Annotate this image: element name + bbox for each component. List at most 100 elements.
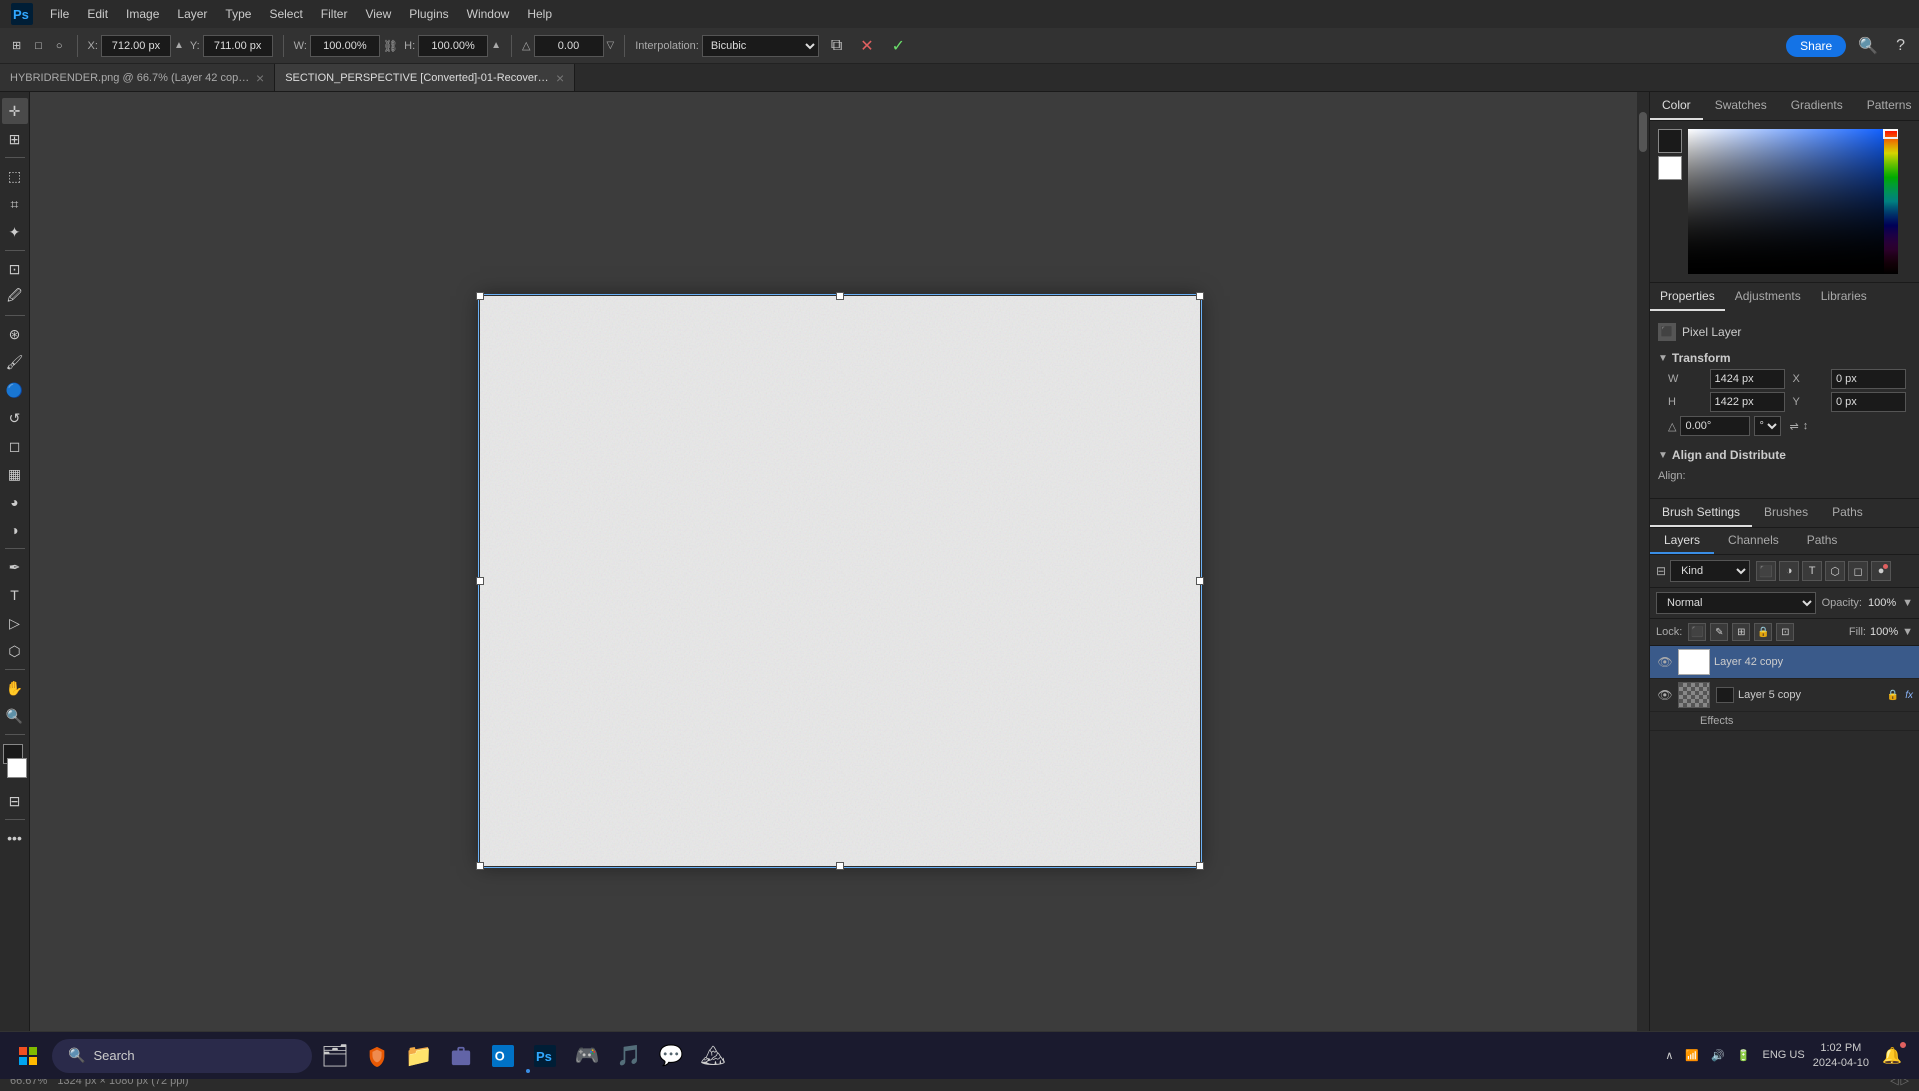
menu-select[interactable]: Select — [261, 3, 310, 25]
menu-filter[interactable]: Filter — [313, 3, 356, 25]
cancel-transform-btn[interactable]: ✕ — [854, 34, 879, 58]
move-tool[interactable]: ✛ — [2, 98, 28, 124]
x-position-input[interactable]: 712.00 px — [101, 35, 171, 57]
menu-window[interactable]: Window — [459, 3, 518, 25]
tab-close-icon[interactable]: × — [256, 70, 264, 86]
systray-volume[interactable]: 🔊 — [1707, 1047, 1729, 1064]
tab-section-perspective[interactable]: SECTION_PERSPECTIVE [Converted]-01-Recov… — [275, 64, 575, 92]
path-selection-tool[interactable]: ▷ — [2, 610, 28, 636]
stamp-tool[interactable]: 🔵 — [2, 377, 28, 403]
taskbar-app-brave[interactable] — [358, 1037, 396, 1075]
layer-visibility-icon-42[interactable]: 👁 — [1656, 653, 1674, 671]
system-clock[interactable]: 1:02 PM 2024-04-10 — [1813, 1041, 1869, 1070]
layer-kind-select[interactable]: Kind — [1670, 560, 1750, 582]
layer-visibility-icon-5[interactable]: 👁 — [1656, 686, 1674, 704]
height-input[interactable]: 100.00% — [418, 35, 488, 57]
tab-brushes[interactable]: Brushes — [1752, 499, 1820, 527]
scroll-thumb[interactable] — [1639, 112, 1647, 152]
eraser-tool[interactable]: ◻ — [2, 433, 28, 459]
warp-icon-btn[interactable]: ⧉ — [825, 35, 848, 57]
taskbar-app-photoshop[interactable]: Ps — [526, 1037, 564, 1075]
rotation-input[interactable] — [534, 35, 604, 57]
tab-libraries[interactable]: Libraries — [1811, 283, 1877, 311]
x-transform-input[interactable]: 0 px — [1831, 369, 1906, 389]
y-position-input[interactable]: 711.00 px — [203, 35, 273, 57]
shape-tool[interactable]: ⬡ — [2, 638, 28, 664]
subtab-layers[interactable]: Layers — [1650, 528, 1714, 554]
dodge-tool[interactable]: ◑ — [2, 517, 28, 543]
crop-tool[interactable]: ⊡ — [2, 256, 28, 282]
filter-pixel-icon[interactable]: ⬛ — [1756, 561, 1776, 581]
menu-view[interactable]: View — [357, 3, 399, 25]
taskbar-app-files[interactable]: 📁 — [400, 1037, 438, 1075]
lasso-tool[interactable]: ⌗ — [2, 191, 28, 217]
lock-pixels-icon[interactable]: ⬛ — [1688, 623, 1706, 641]
more-tools-btn[interactable]: ••• — [2, 825, 28, 851]
systray-chevron[interactable]: ∧ — [1661, 1047, 1677, 1064]
lock-all-icon[interactable]: 🔒 — [1754, 623, 1772, 641]
fill-dropdown-icon[interactable]: ▼ — [1902, 626, 1913, 638]
y-transform-input[interactable]: 0 px — [1831, 392, 1906, 412]
hand-tool[interactable]: ✋ — [2, 675, 28, 701]
handle-bl[interactable] — [476, 862, 484, 870]
lock-artboard-icon[interactable]: ⊞ — [1732, 623, 1750, 641]
tab-patterns[interactable]: Patterns — [1855, 92, 1919, 120]
foreground-color-swatch[interactable] — [1658, 129, 1682, 153]
ellipse-shape-btn[interactable]: ○ — [52, 38, 67, 54]
brush-tool[interactable]: 🖌 — [2, 349, 28, 375]
taskbar-nature-btn[interactable]: 🏔 — [694, 1037, 732, 1075]
handle-tl[interactable] — [476, 292, 484, 300]
subtab-paths[interactable]: Paths — [1793, 528, 1852, 554]
tab-adjustments[interactable]: Adjustments — [1725, 283, 1811, 311]
angle-unit-select[interactable]: ° — [1754, 416, 1781, 436]
language-indicator[interactable]: ENG US — [1759, 1047, 1809, 1064]
gradient-tool[interactable]: ▦ — [2, 461, 28, 487]
hue-bar[interactable] — [1884, 129, 1898, 274]
marquee-tool[interactable]: ⬚ — [2, 163, 28, 189]
tab-hybridrender[interactable]: HYBRIDRENDER.png @ 66.7% (Layer 42 copy,… — [0, 64, 275, 92]
lock-extra-icon[interactable]: ⊡ — [1776, 623, 1794, 641]
filter-shape-icon[interactable]: ⬡ — [1825, 561, 1845, 581]
handle-mr[interactable] — [1196, 577, 1204, 585]
help-btn[interactable]: ? — [1890, 35, 1911, 57]
artboard-tool[interactable]: ⊞ — [2, 126, 28, 152]
handle-tm[interactable] — [836, 292, 844, 300]
width-transform-input[interactable]: 1424 px — [1710, 369, 1785, 389]
filter-smart-icon[interactable]: ◻ — [1848, 561, 1868, 581]
share-button[interactable]: Share — [1786, 35, 1846, 57]
angle-input[interactable] — [1680, 416, 1750, 436]
width-input[interactable]: 100.00% — [310, 35, 380, 57]
opacity-dropdown-icon[interactable]: ▼ — [1902, 597, 1913, 609]
filter-adjust-icon[interactable]: ◑ — [1779, 561, 1799, 581]
interpolation-select[interactable]: Bicubic Bilinear Nearest Neighbor — [702, 35, 819, 57]
taskbar-app-ms-teams2[interactable]: 💬 — [652, 1037, 690, 1075]
taskbar-app-spotify[interactable]: 🎵 — [610, 1037, 648, 1075]
quick-mask-btn[interactable]: ⊟ — [2, 788, 28, 814]
type-tool[interactable]: T — [2, 582, 28, 608]
blur-tool[interactable]: ◕ — [2, 489, 28, 515]
history-brush-tool[interactable]: ↺ — [2, 405, 28, 431]
menu-plugins[interactable]: Plugins — [401, 3, 456, 25]
taskbar-search[interactable]: 🔍 Search — [52, 1039, 312, 1073]
taskbar-app-teams[interactable] — [442, 1037, 480, 1075]
eyedropper-tool[interactable]: 🖉 — [2, 284, 28, 310]
handle-br[interactable] — [1196, 862, 1204, 870]
filter-type-icon[interactable]: T — [1802, 561, 1822, 581]
height-transform-input[interactable]: 1422 px — [1710, 392, 1785, 412]
tab-color[interactable]: Color — [1650, 92, 1703, 120]
canvas-area[interactable]: ◁ ▷ — [30, 92, 1649, 1069]
menu-layer[interactable]: Layer — [169, 3, 215, 25]
search-btn[interactable]: 🔍 — [1852, 34, 1884, 58]
blend-mode-select[interactable]: Normal Multiply Screen Overlay — [1656, 592, 1816, 614]
tab-properties[interactable]: Properties — [1650, 283, 1725, 311]
start-button[interactable] — [8, 1036, 48, 1076]
menu-type[interactable]: Type — [217, 3, 259, 25]
pen-tool[interactable]: ✒ — [2, 554, 28, 580]
taskbar-app-explorer[interactable]: 🗂 — [316, 1037, 354, 1075]
menu-help[interactable]: Help — [519, 3, 560, 25]
healing-brush-tool[interactable]: ⊛ — [2, 321, 28, 347]
magic-wand-tool[interactable]: ✦ — [2, 219, 28, 245]
layer-item-5-copy[interactable]: 👁 Layer 5 copy 🔒 fx — [1650, 679, 1919, 712]
tab-gradients[interactable]: Gradients — [1779, 92, 1855, 120]
systray-battery[interactable]: 🔋 — [1733, 1047, 1755, 1064]
